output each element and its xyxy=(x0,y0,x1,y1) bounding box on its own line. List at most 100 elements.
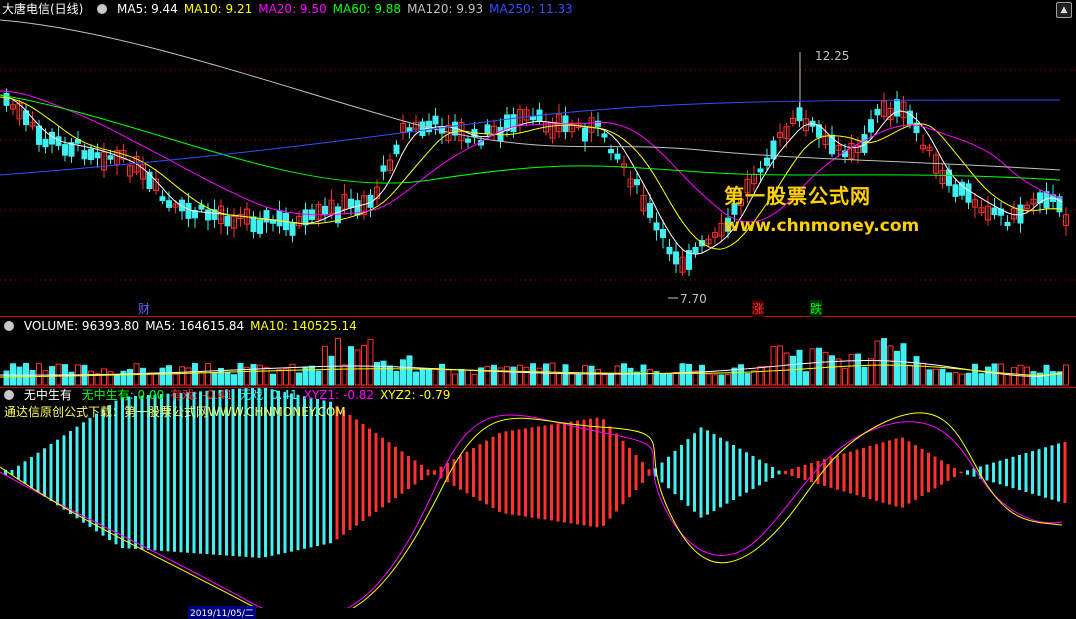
histogram-bar-161 xyxy=(1050,445,1054,500)
histogram-bar-6 xyxy=(43,448,46,497)
volume-bar-41 xyxy=(270,373,276,386)
volume-bar-88 xyxy=(575,373,582,386)
fall-tag[interactable]: 跌 xyxy=(810,300,823,317)
histogram-bar-64 xyxy=(420,465,423,480)
candle-body-102 xyxy=(666,246,673,255)
histogram-bar-8 xyxy=(56,439,59,506)
volume-bar-110 xyxy=(718,374,725,386)
gear-icon[interactable] xyxy=(4,390,14,400)
histogram-bar-61 xyxy=(400,451,404,494)
gear-icon[interactable] xyxy=(97,4,108,14)
volume-bar-51 xyxy=(335,337,341,386)
candle-body-38 xyxy=(250,216,257,233)
candle-body-14 xyxy=(94,152,101,159)
volume-bar-134 xyxy=(874,340,881,386)
candle-body-34 xyxy=(224,215,231,227)
histogram-bar-54 xyxy=(355,419,358,526)
volume-bar-156 xyxy=(1017,364,1024,386)
histogram-bar-3 xyxy=(23,461,27,484)
volume-bar-142 xyxy=(926,369,933,386)
candle-body-65 xyxy=(426,120,432,133)
candle-body-152 xyxy=(991,207,998,216)
histogram-bar-141 xyxy=(920,448,924,497)
collapse-up-icon[interactable]: ▲ xyxy=(1056,2,1072,18)
volume-bar-130 xyxy=(848,354,855,386)
ma20-line xyxy=(0,90,1063,223)
volume-bar-74 xyxy=(484,365,491,386)
histogram-bar-101 xyxy=(660,462,664,483)
histogram-bar-156 xyxy=(1018,454,1021,491)
histogram-bar-71 xyxy=(465,451,469,494)
rise-tag[interactable]: 涨 xyxy=(752,300,765,317)
histogram-bar-2 xyxy=(17,465,20,480)
volume-bar-15 xyxy=(101,368,107,386)
histogram-bar-107 xyxy=(699,427,703,518)
volume-bar-58 xyxy=(380,360,387,386)
volume-bar-127 xyxy=(829,355,835,386)
histogram-bar-153 xyxy=(998,460,1002,485)
volume-bar-82 xyxy=(536,367,543,386)
volume-bar-79 xyxy=(517,364,523,386)
volume-bar-65 xyxy=(426,369,432,386)
histogram-bar-142 xyxy=(927,452,930,493)
volume-bar-38 xyxy=(250,363,257,386)
price-chart[interactable] xyxy=(0,0,1076,316)
histogram-bar-117 xyxy=(764,463,768,482)
volume-bar-30 xyxy=(198,371,205,386)
histogram-bar-92 xyxy=(602,419,605,526)
histogram-bar-9 xyxy=(62,435,66,510)
histogram-bar-57 xyxy=(374,433,378,512)
candle-body-71 xyxy=(465,138,471,143)
histogram-bar-110 xyxy=(719,437,722,508)
volume-bar-2 xyxy=(16,366,23,386)
histogram-bar-118 xyxy=(771,466,774,479)
volume-bar-0 xyxy=(3,370,10,386)
histogram-bar-53 xyxy=(348,414,352,531)
volume-bar-35 xyxy=(231,374,237,386)
candle-body-9 xyxy=(62,144,68,156)
candle-body-0 xyxy=(3,92,10,106)
candle-body-5 xyxy=(36,125,42,145)
gear-icon[interactable] xyxy=(4,321,14,331)
candle-body-148 xyxy=(965,183,972,203)
histogram-bar-91 xyxy=(595,417,599,528)
volume-legend-item-0: VOLUME: 96393.80 xyxy=(23,319,140,333)
volume-bar-61 xyxy=(400,359,406,386)
volume-bar-150 xyxy=(978,373,985,386)
volume-bar-40 xyxy=(263,366,270,386)
histogram-bar-158 xyxy=(1031,451,1034,494)
finance-tag[interactable]: 财 xyxy=(138,300,150,317)
volume-bar-66 xyxy=(432,368,439,386)
histogram-bar-151 xyxy=(985,464,989,481)
volume-bar-145 xyxy=(946,372,952,386)
volume-bar-129 xyxy=(842,367,848,386)
volume-bar-89 xyxy=(582,365,588,386)
histogram-bar-143 xyxy=(933,456,937,489)
histogram-bar-147 xyxy=(959,471,963,474)
volume-bar-133 xyxy=(868,358,874,386)
histogram-bar-102 xyxy=(667,456,670,489)
histogram-bar-72 xyxy=(472,448,475,497)
high-price-label: 12.25 xyxy=(815,49,850,63)
ma-legend-item-4: MA120: 9.93 xyxy=(407,2,484,16)
histogram-bar-17 xyxy=(114,400,118,545)
histogram-bar-139 xyxy=(907,441,911,504)
volume-bar-39 xyxy=(257,364,263,386)
ma-legend-item-3: MA60: 9.88 xyxy=(332,2,402,16)
histogram-bar-134 xyxy=(875,444,878,501)
volume-bar-116 xyxy=(757,366,764,386)
histogram-bar-74 xyxy=(485,440,488,505)
histogram-bar-50 xyxy=(329,401,332,544)
ma120-line xyxy=(0,19,1061,171)
volume-bar-16 xyxy=(107,371,114,386)
volume-bar-123 xyxy=(803,371,809,386)
candle-body-13 xyxy=(88,148,94,161)
indicator-note: 通达信原创公式下载：第一股票公式网WWW.CHNMONEY.COM xyxy=(4,403,352,421)
histogram-bar-112 xyxy=(732,445,735,500)
volume-bar-104 xyxy=(679,363,686,386)
histogram-bar-144 xyxy=(940,460,943,485)
volume-bar-105 xyxy=(686,363,692,386)
volume-bar-10 xyxy=(68,371,75,386)
histogram-bar-114 xyxy=(745,452,748,493)
candle-body-58 xyxy=(380,165,387,172)
